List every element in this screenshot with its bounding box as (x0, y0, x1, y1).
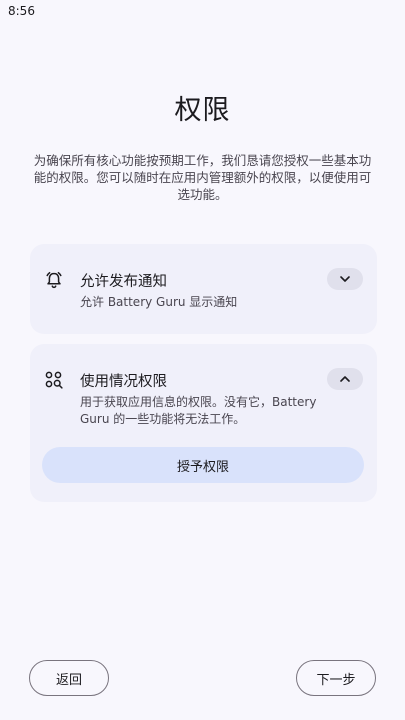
permission-title: 允许发布通知 (80, 274, 167, 290)
permission-card-notifications[interactable]: 允许发布通知 允许 Battery Guru 显示通知 (30, 244, 377, 334)
permission-title: 使用情况权限 (80, 374, 167, 390)
page-title: 权限 (174, 95, 231, 126)
grant-permission-button[interactable]: 授予权限 (42, 447, 364, 483)
permission-subtitle: 允许 Battery Guru 显示通知 (80, 295, 238, 309)
permission-subtitle: 用于获取应用信息的权限。没有它，Battery Guru 的一些功能将无法工作。 (80, 395, 317, 426)
collapse-button[interactable] (327, 368, 363, 390)
status-bar: 8:56 (0, 0, 405, 24)
status-time: 8:56 (8, 4, 35, 18)
expand-button[interactable] (327, 268, 363, 290)
chevron-down-icon (340, 276, 350, 282)
back-button[interactable]: 返回 (29, 660, 109, 696)
usage-search-icon (44, 370, 64, 390)
next-button[interactable]: 下一步 (296, 660, 376, 696)
bell-icon (44, 270, 64, 290)
permission-card-usage[interactable]: 使用情况权限 用于获取应用信息的权限。没有它，Battery Guru 的一些功… (30, 344, 377, 502)
chevron-up-icon (340, 376, 350, 382)
page-description: 为确保所有核心功能按预期工作，我们恳请您授权一些基本功能的权限。您可以随时在应用… (33, 153, 372, 202)
